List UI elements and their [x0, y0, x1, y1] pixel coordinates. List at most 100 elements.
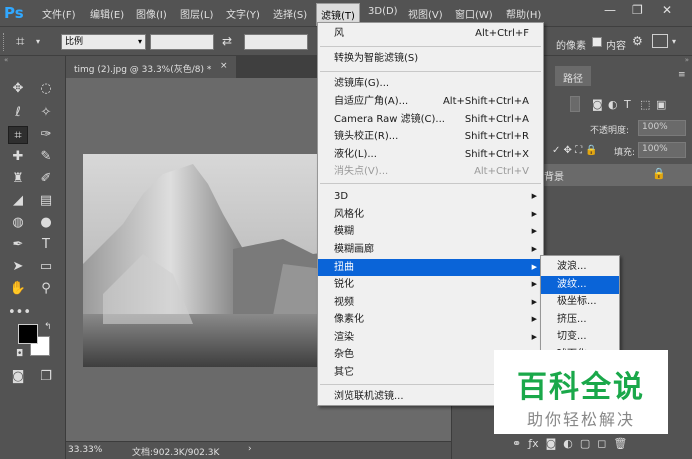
foreground-color-swatch[interactable]: [18, 324, 38, 344]
filter-menu-item-sharpen[interactable]: 锐化 ▶: [318, 276, 543, 293]
filter-smart-icon[interactable]: ▣: [656, 98, 666, 111]
blur-tool-icon[interactable]: ◍: [8, 214, 28, 232]
restore-icon[interactable]: ❐: [632, 3, 643, 17]
menu-item-label: 杂色: [334, 349, 354, 360]
zoom-tool-icon[interactable]: ⚲: [36, 280, 56, 298]
height-field[interactable]: [244, 34, 308, 50]
minimize-icon[interactable]: —: [604, 3, 616, 17]
tab-paths[interactable]: 路径: [555, 66, 591, 86]
menu-type[interactable]: 文字(Y): [226, 6, 260, 21]
menu-3d[interactable]: 3D(D): [368, 6, 398, 17]
filter-menu-item-adaptive-wide[interactable]: 自适应广角(A)... Alt+Shift+Ctrl+A: [318, 93, 543, 110]
status-bar: 33.33% 文档:902.3K/902.3K ›: [66, 441, 451, 459]
chevron-down-icon[interactable]: ▾: [36, 37, 40, 46]
document-size: 文档:902.3K/902.3K: [132, 448, 220, 458]
menu-layer[interactable]: 图层(L): [180, 6, 213, 21]
filter-menu-item-pixelate[interactable]: 像素化 ▶: [318, 311, 543, 328]
submenu-arrow-icon: ▶: [531, 245, 537, 253]
magic-wand-icon[interactable]: ✧: [36, 104, 56, 122]
eyedropper-icon[interactable]: ✑: [36, 126, 56, 144]
fill-field[interactable]: 100%: [638, 142, 686, 158]
swap-icon[interactable]: ⇄: [222, 34, 232, 48]
content-aware-checkbox[interactable]: [592, 37, 602, 47]
move-tool-icon[interactable]: ✥: [8, 80, 28, 98]
default-colors-icon[interactable]: ◘: [16, 349, 23, 359]
more-tools-icon[interactable]: •••: [8, 304, 31, 322]
status-arrow-icon[interactable]: ›: [248, 444, 252, 454]
type-tool-icon[interactable]: T: [36, 236, 56, 254]
submenu-arrow-icon: ▶: [531, 280, 537, 288]
pen-tool-icon[interactable]: ✒: [8, 236, 28, 254]
gear-icon[interactable]: ⚙: [632, 34, 643, 48]
filter-menu-item-stylize[interactable]: 风格化 ▶: [318, 206, 543, 223]
healing-brush-icon[interactable]: ✚: [8, 148, 28, 166]
menu-item-label: Camera Raw 滤镜(C)...: [334, 114, 445, 125]
chevron-down-icon[interactable]: ▾: [672, 37, 676, 46]
history-brush-icon[interactable]: ✐: [36, 170, 56, 188]
filter-menu-item-lens-correction[interactable]: 镜头校正(R)... Shift+Ctrl+R: [318, 128, 543, 145]
menu-image[interactable]: 图像(I): [136, 6, 167, 21]
eraser-icon[interactable]: ◢: [8, 192, 28, 210]
filter-menu-item-blur[interactable]: 模糊 ▶: [318, 223, 543, 240]
filter-menu-item-video[interactable]: 视频 ▶: [318, 294, 543, 311]
filter-pixel-icon[interactable]: ◙: [592, 98, 603, 111]
zoom-level[interactable]: 33.33%: [68, 445, 102, 455]
close-tab-icon[interactable]: ×: [220, 61, 228, 71]
delete-pixels-label: 的像素: [556, 41, 586, 52]
menu-edit[interactable]: 编辑(E): [90, 6, 124, 21]
submenu-item-shear[interactable]: 切变...: [541, 328, 619, 346]
close-icon[interactable]: ✕: [662, 3, 672, 17]
shape-tool-icon[interactable]: ▭: [36, 258, 56, 276]
filter-menu-item-liquify[interactable]: 液化(L)... Shift+Ctrl+X: [318, 146, 543, 163]
filter-adjust-icon[interactable]: ◐: [608, 98, 618, 111]
filter-menu-item-smart-filter[interactable]: 转换为智能滤镜(S): [318, 50, 543, 67]
panel-menu-icon[interactable]: ≡: [678, 70, 686, 80]
menu-item-shortcut: Alt+Shift+Ctrl+A: [442, 96, 529, 107]
layers-footer-icons[interactable]: ⚭ ƒx ◙ ◐ ▢ ◻ 🗑: [512, 437, 692, 450]
lasso-tool-icon[interactable]: ℓ: [8, 104, 28, 122]
swap-colors-icon[interactable]: ↰: [44, 322, 52, 332]
crop-tool-icon[interactable]: ⌗: [8, 126, 28, 144]
ratio-select[interactable]: 比例 ▾: [61, 34, 146, 50]
brush-tool-icon[interactable]: ✎: [36, 148, 56, 166]
submenu-arrow-icon: ▶: [531, 210, 537, 218]
filter-menu-item-distort[interactable]: 扭曲 ▶: [318, 259, 543, 276]
filter-menu-item-camera-raw[interactable]: Camera Raw 滤镜(C)... Shift+Ctrl+A: [318, 111, 543, 128]
menu-help[interactable]: 帮助(H): [506, 6, 541, 21]
submenu-item-wave[interactable]: 波浪...: [541, 258, 619, 276]
clone-stamp-icon[interactable]: ♜: [8, 170, 28, 188]
filter-menu-item-gallery[interactable]: 滤镜库(G)...: [318, 75, 543, 92]
menu-item-label: 3D: [334, 191, 349, 202]
filter-menu-item-3d[interactable]: 3D ▶: [318, 188, 543, 205]
opacity-field[interactable]: 100%: [638, 120, 686, 136]
menu-view[interactable]: 视图(V): [408, 6, 443, 21]
filter-menu-item-render[interactable]: 渲染 ▶: [318, 329, 543, 346]
gradient-icon[interactable]: ▤: [36, 192, 56, 210]
filter-menu-item-wind[interactable]: 风 Alt+Ctrl+F: [318, 25, 543, 42]
menu-item-label: 镜头校正(R)...: [334, 131, 399, 142]
crop-icon[interactable]: ⌗: [16, 32, 24, 50]
filter-menu-item-blur-gallery[interactable]: 模糊画廊 ▶: [318, 241, 543, 258]
menu-file[interactable]: 文件(F): [42, 6, 76, 21]
menu-select[interactable]: 选择(S): [273, 6, 307, 21]
lock-icons[interactable]: ✓ ✥ ⛶ 🔒: [552, 145, 598, 156]
workspace-icon[interactable]: [652, 34, 668, 48]
opacity-value: 100%: [642, 122, 668, 132]
filter-type-icon[interactable]: T: [624, 98, 631, 111]
chevron-down-icon[interactable]: [570, 96, 580, 112]
path-select-icon[interactable]: ➤: [8, 258, 28, 276]
collapse-icon[interactable]: «: [0, 56, 66, 64]
filter-shape-icon[interactable]: ⬚: [640, 98, 650, 111]
document-tab[interactable]: timg (2).jpg @ 33.3%(灰色/8) * ×: [66, 56, 236, 78]
hand-tool-icon[interactable]: ✋: [8, 280, 28, 298]
submenu-item-ripple[interactable]: 波纹...: [541, 276, 619, 294]
marquee-tool-icon[interactable]: ◌: [36, 80, 56, 98]
screen-mode-icon[interactable]: ❐: [36, 368, 56, 386]
quick-mask-icon[interactable]: ◙: [8, 368, 28, 386]
submenu-item-pinch[interactable]: 挤压...: [541, 311, 619, 329]
dodge-tool-icon[interactable]: ●: [36, 214, 56, 232]
submenu-item-polar[interactable]: 极坐标...: [541, 293, 619, 311]
width-field[interactable]: [150, 34, 214, 50]
bar-grip[interactable]: [3, 33, 7, 51]
menu-window[interactable]: 窗口(W): [455, 6, 493, 21]
